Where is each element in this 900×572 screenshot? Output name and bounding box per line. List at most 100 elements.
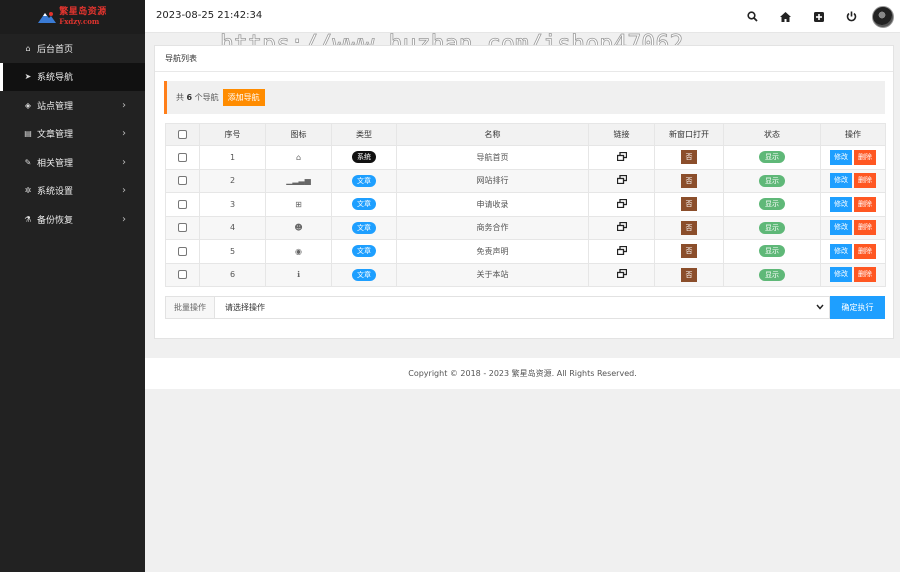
sidebar-item-label: 站点管理 bbox=[37, 101, 74, 112]
info-bar: 共 6 个导航 添加导航 bbox=[164, 81, 885, 114]
external-link-icon[interactable] bbox=[616, 269, 627, 280]
add-nav-button[interactable]: 添加导航 bbox=[222, 89, 265, 106]
edit-button[interactable]: 修改 bbox=[830, 243, 852, 259]
edit-button[interactable]: 修改 bbox=[830, 196, 852, 212]
chevron-right-icon: › bbox=[122, 156, 126, 168]
row-actions-cell: 修改 删除 bbox=[820, 192, 886, 217]
delete-button[interactable]: 删除 bbox=[854, 243, 876, 259]
new-window-badge[interactable]: 否 bbox=[681, 220, 697, 235]
row-checkbox[interactable] bbox=[178, 176, 187, 186]
book-icon: ▤ bbox=[24, 129, 32, 139]
row-type-cell: 文章 bbox=[331, 192, 397, 217]
logo[interactable]: 繁星岛资源 Fxdzy.com bbox=[0, 0, 145, 34]
status-badge[interactable]: 显示 bbox=[759, 221, 785, 234]
batch-label: 批量操作 bbox=[165, 296, 215, 319]
wrench-icon: ✎ bbox=[24, 157, 32, 167]
row-select-cell bbox=[165, 192, 200, 217]
external-link-icon[interactable] bbox=[616, 198, 627, 210]
sidebar-item-label: 系统导航 bbox=[37, 73, 74, 84]
external-link-icon[interactable] bbox=[616, 151, 627, 163]
delete-button[interactable]: 删除 bbox=[854, 220, 876, 236]
nav-count-text: 共 6 个导航 bbox=[176, 93, 219, 102]
mountain-logo-icon bbox=[38, 12, 57, 23]
sidebar-item-label: 相关管理 bbox=[37, 158, 74, 169]
col-header-type: 类型 bbox=[331, 123, 397, 146]
sidebar-item-5[interactable]: ✲ 系统设置 › bbox=[0, 177, 145, 206]
sidebar-item-3[interactable]: ▤ 文章管理 › bbox=[0, 120, 145, 149]
row-link-cell bbox=[588, 262, 655, 287]
select-all-checkbox[interactable] bbox=[178, 130, 187, 139]
delete-button[interactable]: 删除 bbox=[854, 267, 876, 283]
external-link-icon[interactable] bbox=[616, 245, 627, 257]
sidebar-item-1[interactable]: ➤ 系统导航 bbox=[0, 62, 145, 91]
status-badge[interactable]: 显示 bbox=[759, 198, 785, 211]
avatar[interactable] bbox=[872, 5, 894, 28]
power-icon[interactable] bbox=[835, 0, 868, 33]
row-new-window-cell: 否 bbox=[654, 168, 724, 193]
status-badge[interactable]: 显示 bbox=[759, 174, 785, 187]
sidebar-item-2[interactable]: ◈ 站点管理 › bbox=[0, 91, 145, 120]
row-icon-cell: ☻ bbox=[265, 215, 332, 240]
signal-icon: ▁▂▃▅ bbox=[286, 176, 311, 186]
delete-button[interactable]: 删除 bbox=[854, 173, 876, 189]
col-header-name: 名称 bbox=[396, 123, 589, 146]
sidebar-item-4[interactable]: ✎ 相关管理 › bbox=[0, 148, 145, 177]
row-new-window-cell: 否 bbox=[654, 262, 724, 287]
row-checkbox[interactable] bbox=[178, 199, 187, 209]
plus-square-icon[interactable] bbox=[802, 0, 835, 33]
chevron-right-icon: › bbox=[122, 99, 126, 111]
row-link-cell bbox=[588, 215, 655, 240]
sidebar-item-label: 备份恢复 bbox=[37, 215, 74, 226]
brand-name-en: Fxdzy.com bbox=[59, 17, 100, 26]
home-icon[interactable] bbox=[769, 0, 802, 33]
info-icon: ℹ bbox=[296, 270, 301, 280]
row-status-cell: 显示 bbox=[723, 192, 821, 217]
edit-button[interactable]: 修改 bbox=[830, 267, 852, 283]
panel-title: 导航列表 bbox=[155, 46, 893, 72]
row-checkbox[interactable] bbox=[178, 246, 187, 256]
type-badge: 文章 bbox=[352, 245, 376, 258]
row-checkbox[interactable] bbox=[178, 270, 187, 280]
batch-select-value: 请选择操作 bbox=[225, 303, 265, 312]
sidebar-item-label: 后台首页 bbox=[37, 44, 74, 55]
send-icon: ➤ bbox=[24, 72, 32, 82]
row-actions-cell: 修改 删除 bbox=[820, 145, 886, 170]
new-window-badge[interactable]: 否 bbox=[681, 173, 697, 188]
new-window-badge[interactable]: 否 bbox=[681, 244, 697, 259]
sidebar-item-label: 文章管理 bbox=[37, 130, 74, 141]
logo-text: 繁星岛资源 Fxdzy.com bbox=[59, 8, 107, 27]
external-link-icon[interactable] bbox=[616, 175, 627, 186]
sidebar-item-6[interactable]: ⚗ 备份恢复 › bbox=[0, 205, 145, 234]
new-window-badge[interactable]: 否 bbox=[681, 267, 697, 282]
row-name: 商务合作 bbox=[396, 215, 589, 240]
row-icon-cell: ⌂ bbox=[265, 145, 332, 170]
status-badge[interactable]: 显示 bbox=[759, 151, 785, 164]
chevron-right-icon: › bbox=[122, 185, 126, 197]
status-badge[interactable]: 显示 bbox=[759, 245, 785, 258]
row-checkbox[interactable] bbox=[178, 223, 187, 233]
delete-button[interactable]: 删除 bbox=[854, 196, 876, 212]
col-header-link: 链接 bbox=[588, 123, 655, 146]
external-link-icon[interactable] bbox=[616, 222, 627, 233]
table-header-row: 序号 图标 类型 名称 链接 新窗口打开 状态 操作 bbox=[165, 123, 886, 146]
delete-button[interactable]: 删除 bbox=[854, 149, 876, 165]
row-no: 2 bbox=[199, 168, 266, 193]
new-window-badge[interactable]: 否 bbox=[681, 150, 697, 165]
edit-button[interactable]: 修改 bbox=[830, 149, 852, 165]
row-no: 3 bbox=[199, 192, 266, 217]
row-status-cell: 显示 bbox=[723, 145, 821, 170]
col-header-new-window: 新窗口打开 bbox=[654, 123, 724, 146]
row-name: 申请收录 bbox=[396, 192, 589, 217]
search-icon[interactable] bbox=[736, 0, 769, 33]
row-checkbox[interactable] bbox=[178, 152, 187, 162]
table-row: 5 ◉ 文章 免责声明 否 显示 修改 删除 bbox=[165, 239, 886, 264]
sidebar-item-0[interactable]: ⌂ 后台首页 bbox=[0, 34, 145, 63]
batch-action-select[interactable]: 请选择操作 bbox=[215, 296, 830, 319]
new-window-badge[interactable]: 否 bbox=[681, 197, 697, 212]
batch-execute-button[interactable]: 确定执行 bbox=[830, 296, 885, 319]
row-select-cell bbox=[165, 168, 200, 193]
edit-button[interactable]: 修改 bbox=[830, 220, 852, 236]
chevron-right-icon: › bbox=[122, 128, 126, 140]
edit-button[interactable]: 修改 bbox=[830, 173, 852, 189]
status-badge[interactable]: 显示 bbox=[759, 268, 785, 281]
